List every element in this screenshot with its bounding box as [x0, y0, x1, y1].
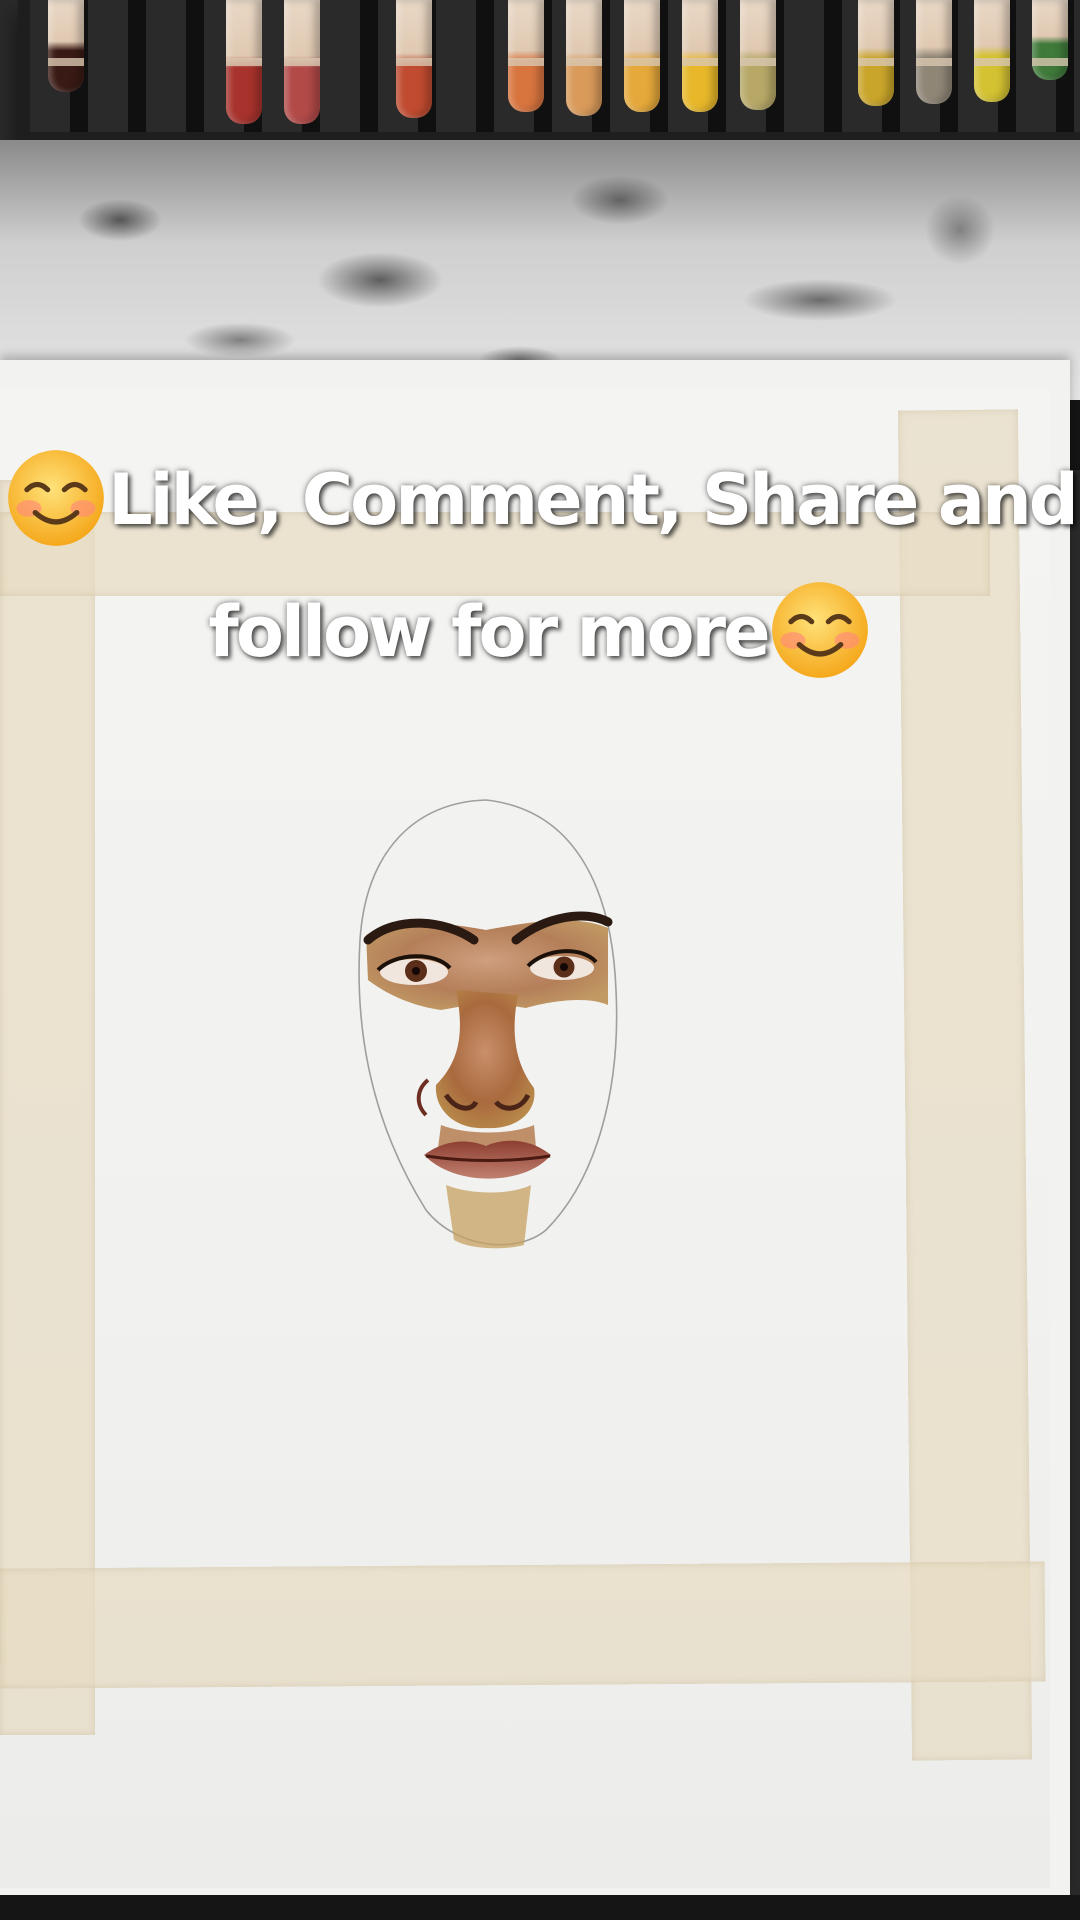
- face-drawing: [358, 799, 618, 1249]
- pencil-label-band: [624, 58, 660, 66]
- pencil-label-band: [916, 58, 952, 66]
- colored-pencil: [624, 0, 660, 112]
- pencil-label-band: [740, 58, 776, 66]
- colored-pencil: [284, 0, 320, 124]
- caption-line-2-text: follow for more: [208, 591, 770, 674]
- colored-pencil: [916, 0, 952, 104]
- colored-pencil: [682, 0, 718, 112]
- table-edge: [0, 1895, 1080, 1920]
- pencil-label-band: [566, 58, 602, 66]
- colored-pencil: [740, 0, 776, 110]
- colored-pencil: [566, 0, 602, 116]
- pencil-label-band: [48, 58, 84, 66]
- chin: [446, 1185, 531, 1249]
- smiling-face-icon: [771, 582, 868, 678]
- smiling-face-icon: [8, 450, 104, 546]
- pencil-label-band: [1032, 58, 1068, 66]
- pencil-slots: [30, 0, 1080, 132]
- photo-scene: Like, Comment, Share and follow for more: [0, 0, 1080, 1920]
- colored-pencil: [48, 0, 84, 92]
- colored-pencil: [508, 0, 544, 112]
- caption-line-1: Like, Comment, Share and: [0, 450, 1080, 550]
- colored-pencil: [974, 0, 1010, 102]
- pencil-label-band: [284, 58, 320, 66]
- pencil-label-band: [396, 58, 432, 66]
- colored-pencil: [1032, 0, 1068, 80]
- pencil-label-band: [858, 58, 894, 66]
- caption-line-1-text: Like, Comment, Share and: [108, 459, 1079, 542]
- pencil-label-band: [508, 58, 544, 66]
- masking-tape-bottom: [0, 1561, 1046, 1689]
- pencil-label-band: [682, 58, 718, 66]
- colored-pencil: [226, 0, 262, 124]
- pencil-label-band: [974, 58, 1010, 66]
- colored-pencil: [396, 0, 432, 118]
- caption-line-2: follow for more: [0, 582, 1080, 682]
- pencil-label-band: [226, 58, 262, 66]
- colored-pencil: [858, 0, 894, 106]
